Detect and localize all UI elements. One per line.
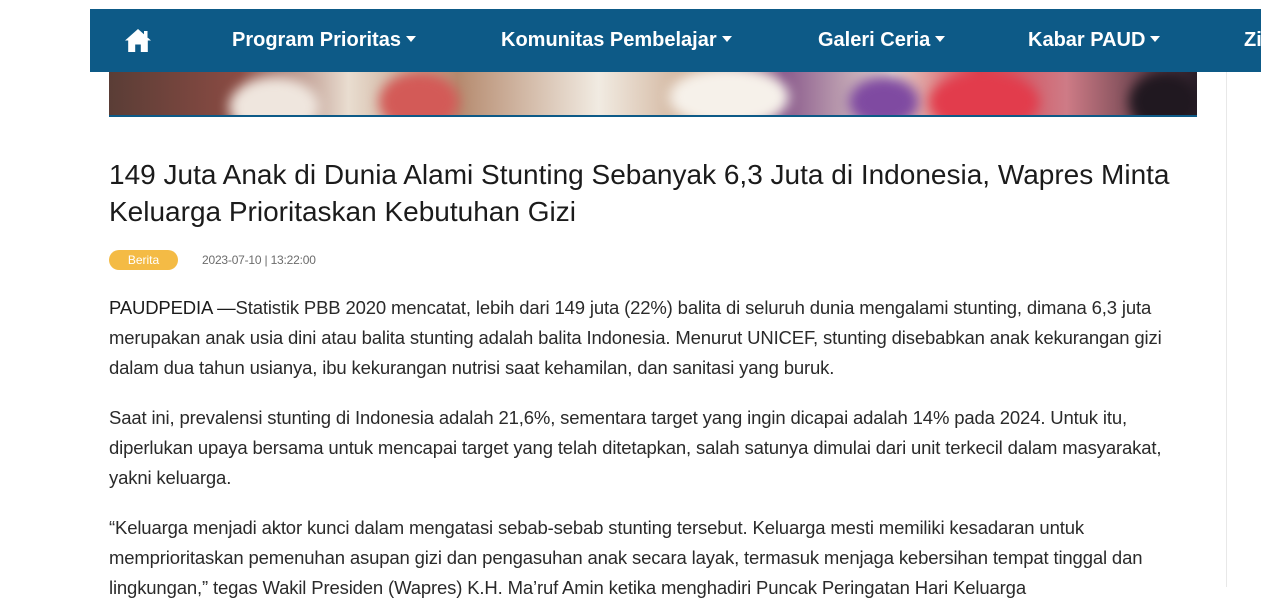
publish-date: 2023-07-10 | 13:22:00 bbox=[202, 253, 316, 267]
caret-down-icon bbox=[1150, 35, 1161, 42]
category-badge[interactable]: Berita bbox=[109, 250, 178, 270]
nav-label: Kabar PAUD bbox=[1028, 29, 1146, 51]
page-divider bbox=[1226, 72, 1227, 587]
main-navbar: Program Prioritas Komunitas Pembelajar G… bbox=[90, 9, 1261, 72]
article-paragraph: Saat ini, prevalensi stunting di Indones… bbox=[109, 407, 1162, 488]
nav-label: Komunitas Pembelajar bbox=[501, 29, 717, 51]
paragraph-text: Statistik PBB 2020 mencatat, lebih dari … bbox=[109, 297, 1162, 378]
article-lead: PAUDPEDIA — bbox=[109, 297, 236, 318]
hero-image bbox=[109, 72, 1197, 117]
nav-program-prioritas[interactable]: Program Prioritas bbox=[232, 9, 416, 72]
nav-label: Program Prioritas bbox=[232, 29, 401, 51]
nav-kabar-paud[interactable]: Kabar PAUD bbox=[1028, 9, 1161, 72]
nav-label: Zi bbox=[1244, 29, 1261, 51]
article-paragraph: PAUDPEDIA —Statistik PBB 2020 mencatat, … bbox=[109, 293, 1184, 383]
article-paragraph: “Keluarga menjadi aktor kunci dalam meng… bbox=[109, 517, 1143, 598]
nav-zi[interactable]: Zi bbox=[1244, 9, 1261, 72]
nav-galeri-ceria[interactable]: Galeri Ceria bbox=[818, 9, 946, 72]
nav-label: Galeri Ceria bbox=[818, 29, 931, 51]
caret-down-icon bbox=[935, 35, 946, 42]
article-title: 149 Juta Anak di Dunia Alami Stunting Se… bbox=[109, 159, 1170, 227]
nav-komunitas-pembelajar[interactable]: Komunitas Pembelajar bbox=[501, 9, 732, 72]
caret-down-icon bbox=[721, 35, 732, 42]
home-icon[interactable] bbox=[124, 28, 152, 53]
caret-down-icon bbox=[405, 35, 416, 42]
